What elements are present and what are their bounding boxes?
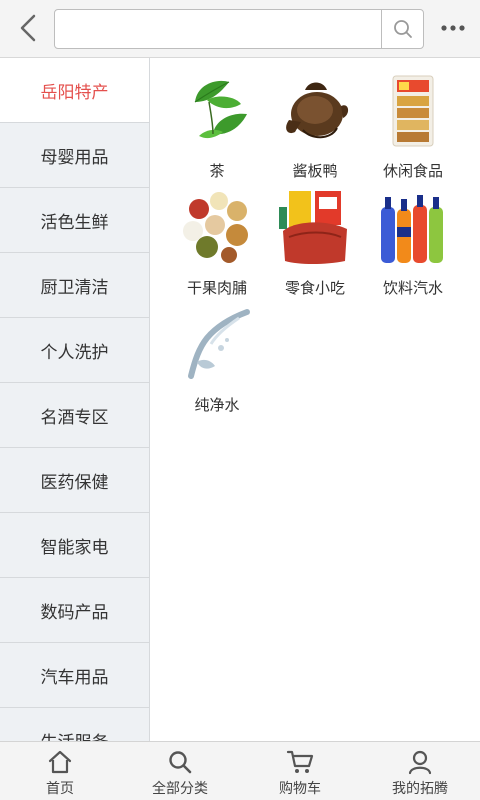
- sidebar-item-label: 岳阳特产: [40, 82, 109, 103]
- nav-label: 全部分类: [152, 781, 208, 797]
- nav-cart[interactable]: 购物车: [240, 742, 360, 800]
- sidebar-item-label: 数码产品: [40, 602, 109, 623]
- subcategory-label: 休闲食品: [382, 162, 443, 180]
- sidebar-item-digital[interactable]: 数码产品: [0, 578, 149, 643]
- bottom-nav: 首页 全部分类 购物车 我的拓腾: [0, 741, 480, 800]
- soda-bottles-image: [373, 187, 453, 267]
- braised-duck-image: [275, 70, 355, 150]
- subcategory-dried-fruit-meat[interactable]: 干果肉脯: [168, 187, 266, 304]
- more-button[interactable]: [438, 10, 468, 46]
- sidebar-item-label: 个人洗护: [40, 342, 109, 363]
- sidebar-item-yueyang-specialty[interactable]: 岳阳特产: [0, 58, 149, 123]
- dried-fruit-image: [177, 187, 257, 267]
- subcategory-label: 酱板鸭: [292, 162, 338, 180]
- nav-my-account[interactable]: 我的拓腾: [360, 742, 480, 800]
- sidebar-item-label: 生活服务: [41, 728, 109, 742]
- subcategory-grid: 茶 酱板鸭 休闲食品 干果肉脯 零食小吃 饮料汽水 纯净水: [168, 70, 468, 421]
- nav-all-categories[interactable]: 全部分类: [120, 742, 240, 800]
- subcategory-purified-water[interactable]: 纯净水: [168, 304, 266, 421]
- snack-pack-image: [275, 187, 355, 267]
- sidebar-item-label: 活色生鲜: [40, 212, 109, 233]
- water-splash-image: [177, 304, 257, 384]
- search-icon: [393, 20, 412, 38]
- sidebar-item-label: 母婴用品: [40, 147, 109, 168]
- subcategory-braised-duck[interactable]: 酱板鸭: [266, 70, 364, 187]
- search-icon: [166, 748, 194, 776]
- top-bar: [0, 0, 480, 58]
- subcategory-label: 茶: [209, 162, 225, 180]
- more-dots-icon: [441, 25, 465, 31]
- search-box: [54, 9, 424, 49]
- sidebar-item-kitchen-cleaning[interactable]: 厨卫清洁: [0, 253, 149, 318]
- sidebar-item-label: 厨卫清洁: [40, 277, 109, 298]
- subcategory-label: 饮料汽水: [382, 279, 443, 297]
- sidebar-item-life-services[interactable]: 生活服务: [0, 708, 149, 742]
- sidebar-item-personal-care[interactable]: 个人洗护: [0, 318, 149, 383]
- category-content: 茶 酱板鸭 休闲食品 干果肉脯 零食小吃 饮料汽水 纯净水: [150, 58, 480, 741]
- nav-label: 购物车: [279, 781, 321, 797]
- category-sidebar: 岳阳特产 母婴用品 活色生鲜 厨卫清洁 个人洗护 名酒专区 医药保健 智能家电 …: [0, 58, 150, 741]
- sidebar-item-liquor[interactable]: 名酒专区: [0, 383, 149, 448]
- tea-leaves-image: [177, 70, 257, 150]
- subcategory-label: 纯净水: [194, 396, 240, 414]
- sidebar-item-auto[interactable]: 汽车用品: [0, 643, 149, 708]
- subcategory-beverages[interactable]: 饮料汽水: [364, 187, 462, 304]
- back-button[interactable]: [10, 10, 46, 46]
- search-input[interactable]: [55, 10, 383, 48]
- sidebar-item-label: 智能家电: [40, 537, 109, 558]
- search-button[interactable]: [381, 10, 423, 48]
- subcategory-leisure-food[interactable]: 休闲食品: [364, 70, 462, 187]
- sidebar-item-appliances[interactable]: 智能家电: [0, 513, 149, 578]
- subcategory-snacks[interactable]: 零食小吃: [266, 187, 364, 304]
- nav-label: 我的拓腾: [392, 781, 448, 797]
- subcategory-label: 干果肉脯: [186, 279, 247, 297]
- subcategory-label: 零食小吃: [284, 279, 345, 297]
- sidebar-item-fresh-food[interactable]: 活色生鲜: [0, 188, 149, 253]
- user-icon: [406, 748, 434, 776]
- nav-home[interactable]: 首页: [0, 742, 120, 800]
- nav-label: 首页: [46, 781, 74, 797]
- cart-icon: [286, 748, 314, 776]
- sidebar-item-health[interactable]: 医药保健: [0, 448, 149, 513]
- sidebar-item-label: 汽车用品: [40, 667, 109, 688]
- subcategory-tea[interactable]: 茶: [168, 70, 266, 187]
- home-icon: [46, 748, 74, 776]
- sidebar-item-label: 医药保健: [40, 472, 109, 493]
- sidebar-item-mother-baby[interactable]: 母婴用品: [0, 123, 149, 188]
- sidebar-item-label: 名酒专区: [40, 407, 109, 428]
- snack-package-image: [373, 70, 453, 150]
- chevron-left-icon: [20, 14, 36, 42]
